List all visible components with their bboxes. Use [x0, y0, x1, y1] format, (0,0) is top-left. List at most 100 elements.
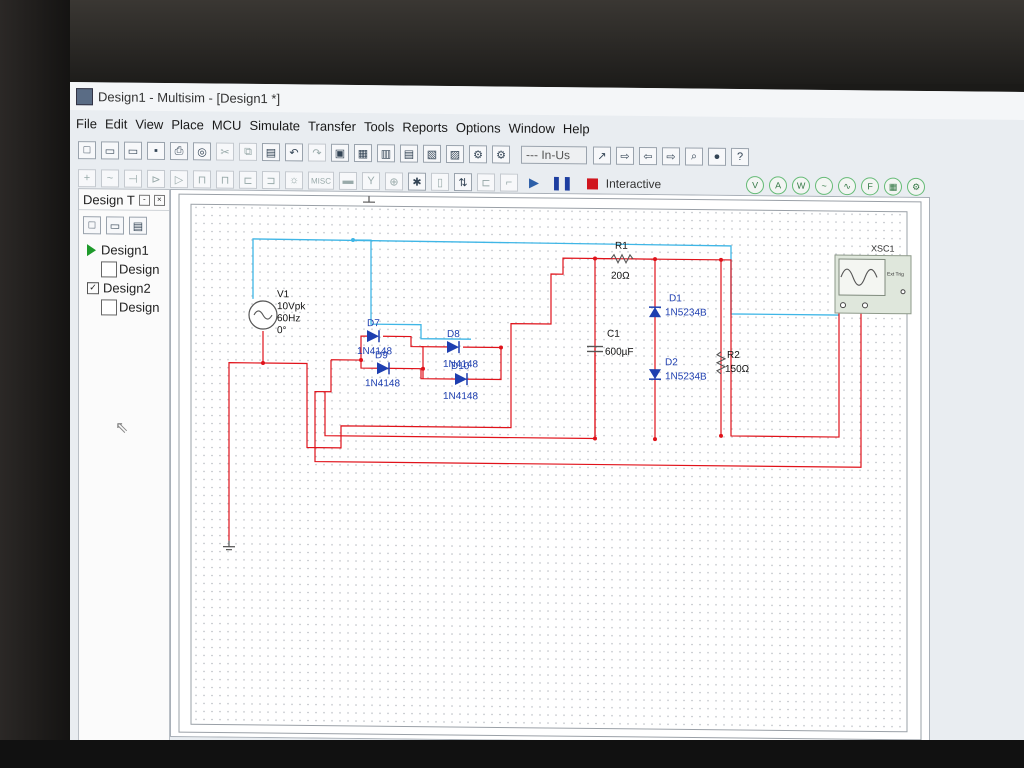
- component-wizard-icon[interactable]: ▨: [446, 144, 464, 164]
- source-component-icon[interactable]: +: [78, 169, 96, 188]
- menu-tools[interactable]: Tools: [364, 119, 394, 134]
- rf-component-icon[interactable]: Y: [362, 172, 380, 191]
- v1-ref-label: V1: [277, 289, 290, 300]
- schematic-workspace[interactable]: V1 10Vpk 60Hz 0° D7 1N4148 D8 1N4148 D9 …: [170, 189, 930, 746]
- tree-item-label: Design1: [101, 242, 149, 258]
- in-use-list-select[interactable]: --- In-Us: [521, 145, 587, 165]
- d8-ref-label: D8: [447, 329, 460, 340]
- function-generator-icon[interactable]: A: [769, 176, 788, 195]
- menu-view[interactable]: View: [135, 116, 163, 131]
- misc-digital-icon[interactable]: ⊏: [239, 170, 257, 189]
- checkbox-icon: ✓: [87, 281, 99, 294]
- word-generator-icon[interactable]: ▦: [884, 177, 903, 196]
- backward-annotate-icon[interactable]: ⇦: [639, 146, 657, 166]
- menu-file[interactable]: File: [76, 116, 97, 131]
- open-folder-icon[interactable]: ▭: [101, 141, 119, 160]
- find-examples-icon[interactable]: ⌕: [685, 147, 703, 166]
- new-design-icon[interactable]: □: [83, 216, 101, 235]
- basic-component-icon[interactable]: ~: [101, 169, 119, 188]
- indicator-component-icon[interactable]: ☼: [285, 171, 303, 190]
- electrical-rules-icon[interactable]: ⚙: [469, 145, 487, 164]
- menu-edit[interactable]: Edit: [105, 116, 127, 131]
- monitor-bezel-top: [0, 0, 1024, 84]
- panel-close-icon[interactable]: ×: [153, 194, 165, 206]
- probe-icon[interactable]: ↗: [593, 146, 611, 165]
- ttl-component-icon[interactable]: ⊓: [193, 170, 211, 189]
- cmos-component-icon[interactable]: ⊓: [216, 170, 234, 189]
- d10-part-label: 1N4148: [443, 391, 478, 402]
- tree-item-label: Design: [119, 299, 160, 315]
- mcu-component-icon[interactable]: ⇅: [454, 173, 472, 192]
- copy-design-icon[interactable]: ▤: [129, 216, 147, 235]
- web-globe-icon[interactable]: ●: [708, 147, 726, 166]
- cut-icon[interactable]: ✂: [216, 142, 234, 161]
- electromechanical-icon[interactable]: ⊕: [385, 172, 403, 191]
- open-sample-icon[interactable]: ▭: [124, 141, 142, 160]
- hierarchical-block-icon[interactable]: ⊏: [477, 173, 495, 192]
- oscilloscope-icon[interactable]: ~: [815, 176, 834, 195]
- ni-component-icon[interactable]: ✱: [408, 172, 426, 191]
- schematic-canvas[interactable]: V1 10Vpk 60Hz 0° D7 1N4148 D8 1N4148 D9 …: [171, 190, 929, 744]
- connector-icon[interactable]: ▯: [431, 172, 449, 191]
- tree-item-design2[interactable]: ✓ Design2: [79, 278, 169, 298]
- frequency-counter-icon[interactable]: F: [861, 177, 880, 196]
- logic-analyzer-icon[interactable]: ⚙: [907, 177, 926, 196]
- misc-component-button[interactable]: MISC: [308, 171, 334, 190]
- schematic-sheet-icon: [101, 260, 117, 277]
- analog-component-icon[interactable]: ▷: [170, 170, 188, 189]
- print-preview-icon[interactable]: ◎: [193, 142, 211, 161]
- spreadsheet-view-icon[interactable]: ▦: [354, 143, 372, 163]
- paste-icon[interactable]: ▤: [262, 143, 280, 162]
- panel-pin-icon[interactable]: -: [138, 194, 150, 206]
- menu-help[interactable]: Help: [563, 121, 590, 136]
- design-toolbox-header: Design T - ×: [79, 189, 169, 212]
- v1-amplitude-label: 10Vpk: [277, 301, 306, 312]
- print-icon[interactable]: ⎙: [170, 142, 188, 161]
- transfer-ultiboard-icon[interactable]: ⇨: [616, 146, 634, 165]
- save-icon[interactable]: ▪: [147, 141, 165, 160]
- undo-icon[interactable]: ↶: [285, 143, 303, 162]
- v1-frequency-label: 60Hz: [277, 313, 300, 324]
- menu-reports[interactable]: Reports: [402, 119, 448, 134]
- database-manager-icon[interactable]: ▧: [423, 144, 441, 163]
- d2-part-label: 1N5234B: [665, 371, 707, 382]
- stop-simulation-icon[interactable]: [586, 177, 598, 190]
- bode-plotter-icon[interactable]: ∿: [838, 177, 857, 196]
- tree-item-design1-sheet[interactable]: Design: [79, 259, 169, 279]
- design-toolbox-title: Design T: [83, 191, 135, 208]
- mouse-cursor-icon: ⇖: [115, 419, 129, 437]
- menu-window[interactable]: Window: [509, 120, 555, 135]
- design-toolbox-tools: □ ▭ ▤: [79, 210, 169, 241]
- v1-phase-label: 0°: [277, 325, 287, 336]
- postprocessor-icon[interactable]: ▤: [400, 144, 418, 163]
- toggle-fullscreen-icon[interactable]: ▣: [331, 143, 349, 162]
- wattmeter-icon[interactable]: W: [792, 176, 811, 195]
- open-design-icon[interactable]: ▭: [106, 216, 124, 235]
- xsc1-trigger-label: Ext Trig: [887, 272, 904, 278]
- d1-part-label: 1N5234B: [665, 307, 707, 318]
- transistor-component-icon[interactable]: ⊳: [147, 169, 165, 188]
- tree-item-design1[interactable]: Design1: [79, 240, 169, 260]
- multimeter-icon[interactable]: V: [746, 176, 765, 195]
- bus-icon[interactable]: ⌐: [500, 173, 518, 192]
- diode-component-icon[interactable]: ⊣: [124, 169, 142, 188]
- pause-simulation-icon[interactable]: ❚❚: [551, 175, 573, 191]
- run-simulation-icon[interactable]: ▶: [529, 175, 539, 191]
- help-question-icon[interactable]: ?: [731, 147, 749, 167]
- menu-mcu[interactable]: MCU: [212, 117, 242, 132]
- grapher-icon[interactable]: ▥: [377, 144, 395, 163]
- menu-simulate[interactable]: Simulate: [249, 117, 300, 133]
- forward-annotate-icon[interactable]: ⇨: [662, 147, 680, 166]
- redo-icon[interactable]: ↷: [308, 143, 326, 162]
- simulation-mode-label[interactable]: Interactive: [606, 177, 661, 192]
- advanced-peripherals-icon[interactable]: ▬: [339, 171, 357, 191]
- menu-options[interactable]: Options: [456, 120, 501, 135]
- new-file-icon[interactable]: □: [78, 141, 96, 160]
- copy-icon[interactable]: ⧉: [239, 142, 257, 161]
- mixed-component-icon[interactable]: ⊐: [262, 171, 280, 190]
- menu-transfer[interactable]: Transfer: [308, 118, 356, 134]
- monitor-bezel-bottom: [0, 740, 1024, 768]
- tree-item-design2-sheet[interactable]: Design: [79, 297, 169, 317]
- menu-place[interactable]: Place: [171, 117, 204, 132]
- back-annotate-icon[interactable]: ⚙: [492, 145, 510, 164]
